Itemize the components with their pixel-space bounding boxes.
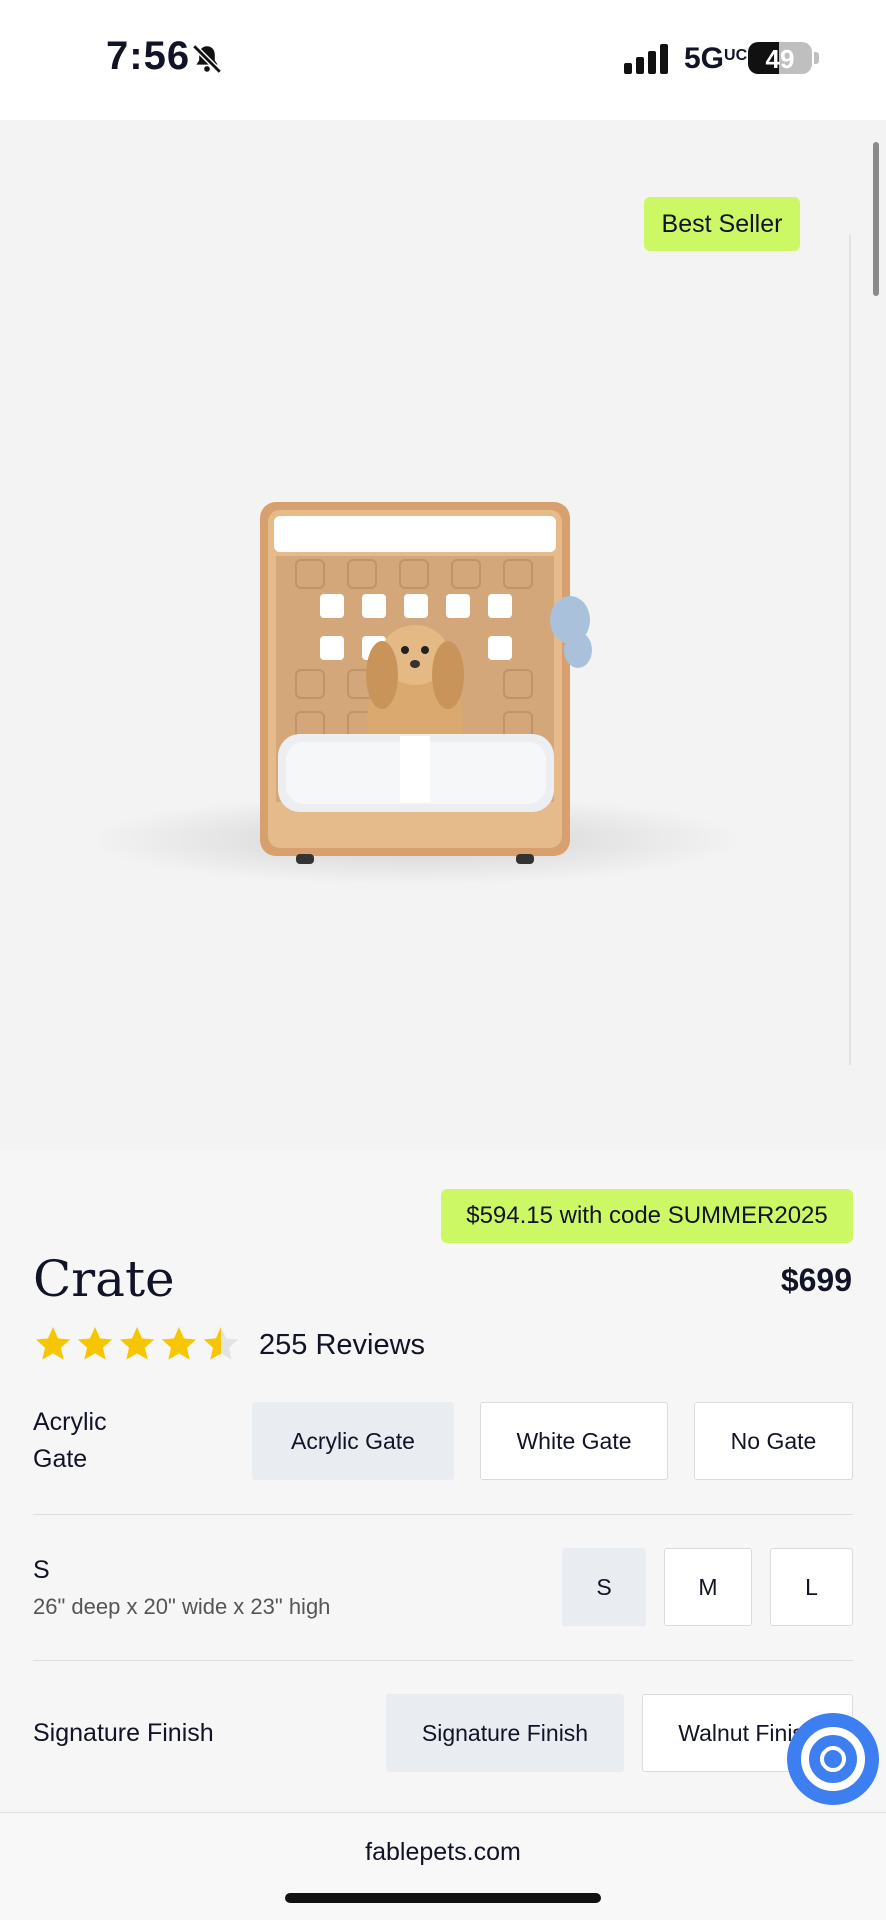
size-dimensions: 26" deep x 20" wide x 23" high — [33, 1594, 331, 1619]
star-icon — [119, 1327, 155, 1360]
network-type: 5GUC — [684, 42, 747, 76]
product-title: Crate — [33, 1250, 175, 1308]
battery-cap — [814, 52, 819, 64]
battery-icon: 49 — [748, 42, 812, 74]
url-text[interactable]: fablepets.com — [0, 1838, 886, 1867]
size-option-label: S — [33, 1556, 50, 1584]
star-icon — [161, 1327, 197, 1360]
half-star-icon — [203, 1327, 239, 1360]
size-option-l[interactable]: L — [770, 1548, 853, 1626]
finish-option-label: Signature Finish — [33, 1719, 214, 1747]
best-seller-badge: Best Seller — [644, 197, 800, 251]
star-icon — [77, 1327, 113, 1360]
battery-percent: 49 — [765, 44, 795, 74]
network-label: 5G — [684, 42, 725, 75]
crate-with-dog-image — [85, 480, 780, 900]
divider — [33, 1514, 853, 1515]
status-bar: 7:56 5GUC 49 — [0, 0, 886, 120]
home-indicator[interactable] — [285, 1893, 601, 1903]
product-price: $699 — [780, 1262, 852, 1298]
finish-option-signature[interactable]: Signature Finish — [386, 1694, 624, 1772]
carousel-track — [849, 235, 851, 1065]
lifebuoy-icon — [801, 1727, 865, 1791]
size-option-s[interactable]: S — [562, 1548, 646, 1626]
gate-option-acrylic[interactable]: Acrylic Gate — [252, 1402, 454, 1480]
gate-label-line2: Gate — [33, 1445, 88, 1473]
gate-label-line1: Acrylic — [33, 1408, 107, 1436]
gate-option-none[interactable]: No Gate — [694, 1402, 853, 1480]
scrollbar-thumb[interactable] — [873, 142, 879, 296]
size-option-m[interactable]: M — [664, 1548, 752, 1626]
gate-option-white[interactable]: White Gate — [480, 1402, 668, 1480]
rating-stars[interactable] — [33, 1324, 243, 1366]
silent-bell-icon — [192, 44, 222, 74]
status-time: 7:56 — [106, 34, 191, 78]
promo-code-badge: $594.15 with code SUMMER2025 — [441, 1189, 853, 1243]
cell-signal-icon — [624, 44, 668, 74]
network-suffix: UC — [724, 47, 748, 64]
help-button[interactable] — [787, 1713, 879, 1805]
reviews-link[interactable]: 255 Reviews — [259, 1329, 425, 1362]
star-icon — [35, 1327, 71, 1360]
gate-option-label: Acrylic Gate — [33, 1404, 107, 1478]
divider — [33, 1660, 853, 1661]
